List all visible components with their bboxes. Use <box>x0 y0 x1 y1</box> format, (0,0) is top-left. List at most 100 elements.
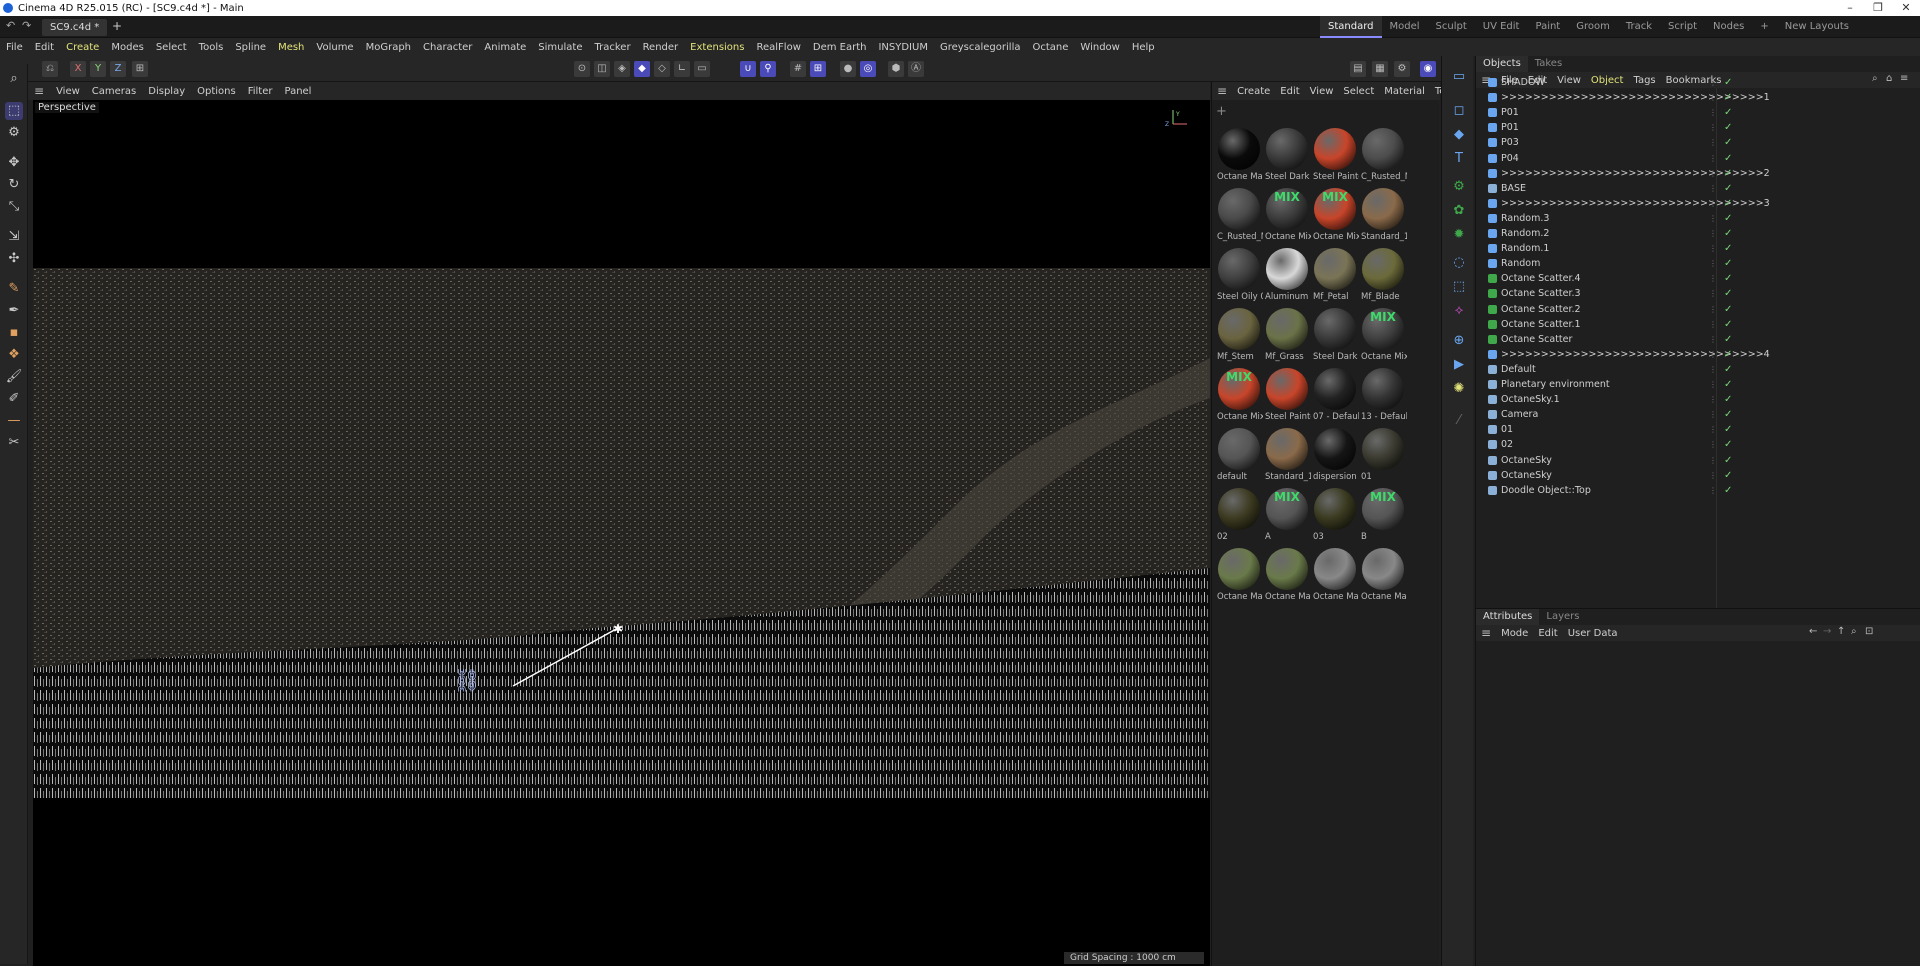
material-swatch[interactable]: Mf_Grass <box>1264 306 1310 366</box>
attribute-lock-icon[interactable]: ⊡ <box>1865 626 1873 637</box>
spline-tool-icon[interactable]: ▪ <box>5 324 23 342</box>
enabled-check-icon[interactable]: ✓ <box>1724 151 1732 166</box>
layout-tab[interactable]: Script <box>1660 16 1705 38</box>
object-row[interactable]: Octane Scatter.3 ⋮ ✓ <box>1476 286 1920 301</box>
camera-icon[interactable]: ▶ <box>1450 356 1468 374</box>
menu-item[interactable]: Character <box>417 42 478 53</box>
material-swatch[interactable]: MIX Octane Mix <box>1216 366 1263 426</box>
attribute-search-icon[interactable]: ⌕ <box>1851 626 1857 637</box>
enabled-check-icon[interactable]: ✓ <box>1724 271 1732 286</box>
enabled-check-icon[interactable]: ✓ <box>1724 105 1732 120</box>
scale-tool-icon[interactable]: ⤡ <box>5 198 23 216</box>
menu-item[interactable]: Edit <box>29 42 60 53</box>
cube-object-icon[interactable]: ◆ <box>1450 126 1468 144</box>
point-mode-icon[interactable]: ⊙ <box>574 61 590 77</box>
attribute-panel-tab[interactable]: Layers <box>1539 609 1586 625</box>
axis-mode-icon[interactable]: ∟ <box>674 61 690 77</box>
sculpt-tool-icon[interactable]: ✐ <box>5 390 23 408</box>
snap-magnet-icon[interactable]: ∪ <box>740 61 756 77</box>
object-row[interactable]: SHADOW ⋮ ✓ <box>1476 75 1920 90</box>
object-panel-tab[interactable]: Objects <box>1476 56 1528 72</box>
material-swatch[interactable]: Steel Painte <box>1312 126 1359 186</box>
material-swatch[interactable]: Octane Mat <box>1312 546 1359 606</box>
enabled-check-icon[interactable]: ✓ <box>1724 332 1732 347</box>
object-row[interactable]: Random.2 ⋮ ✓ <box>1476 226 1920 241</box>
material-swatch[interactable]: default <box>1216 426 1262 486</box>
object-row[interactable]: OctaneSky ⋮ ✓ <box>1476 453 1920 468</box>
layout-tab[interactable]: Sculpt <box>1428 16 1475 38</box>
object-row[interactable]: >>>>>>>>>>>>>>>>>>>>>>>>>>>>>>>>>3 ⋮ ✓ <box>1476 196 1920 211</box>
layout-tab[interactable]: Nodes <box>1705 16 1752 38</box>
enabled-check-icon[interactable]: ✓ <box>1724 196 1732 211</box>
menu-item[interactable]: Select <box>150 42 193 53</box>
solo-mode-icon[interactable]: ◎ <box>860 61 876 77</box>
object-row[interactable]: Octane Scatter.1 ⋮ ✓ <box>1476 317 1920 332</box>
enabled-check-icon[interactable]: ✓ <box>1724 286 1732 301</box>
enabled-check-icon[interactable]: ✓ <box>1724 135 1732 150</box>
enabled-check-icon[interactable]: ✓ <box>1724 422 1732 437</box>
attribute-hamburger-icon[interactable]: ≡ <box>1476 626 1496 640</box>
viewport-menu-item[interactable]: Cameras <box>86 86 142 97</box>
menu-item[interactable]: Greyscalegorilla <box>934 42 1027 53</box>
enabled-check-icon[interactable]: ✓ <box>1724 302 1732 317</box>
material-swatch[interactable]: C_Rusted_M <box>1216 186 1263 246</box>
object-row[interactable]: Random ⋮ ✓ <box>1476 256 1920 271</box>
enabled-check-icon[interactable]: ✓ <box>1724 453 1732 468</box>
viewport-menu-item[interactable]: Display <box>142 86 191 97</box>
object-row[interactable]: 02 ⋮ ✓ <box>1476 437 1920 452</box>
new-tab-button[interactable]: + <box>112 19 122 33</box>
object-row[interactable]: Doodle Object::Top ⋮ ✓ <box>1476 483 1920 498</box>
environment-icon[interactable]: ⊕ <box>1450 332 1468 350</box>
select-tool-icon[interactable]: ⬚ <box>5 102 23 120</box>
rotate-tool-icon[interactable]: ↻ <box>5 176 23 194</box>
object-row[interactable]: P03 ⋮ ✓ <box>1476 135 1920 150</box>
object-row[interactable]: P01 ⋮ ✓ <box>1476 105 1920 120</box>
material-swatch[interactable]: C_Rusted_M <box>1360 126 1407 186</box>
undo-history-icon[interactable]: ⎌ <box>42 61 58 77</box>
layout-tab[interactable]: Model <box>1382 16 1428 38</box>
field-icon[interactable]: ⬚ <box>1450 278 1468 296</box>
snap-settings-icon[interactable]: ⚲ <box>760 61 776 77</box>
object-row[interactable]: OctaneSky.1 ⋮ ✓ <box>1476 392 1920 407</box>
menu-item[interactable]: Dem Earth <box>807 42 873 53</box>
enabled-check-icon[interactable]: ✓ <box>1724 256 1732 271</box>
enabled-check-icon[interactable]: ✓ <box>1724 392 1732 407</box>
layout-tab[interactable]: New Layouts <box>1777 16 1857 38</box>
undo-icon[interactable]: ↶ <box>6 19 15 32</box>
material-swatch[interactable]: Octane Mat <box>1216 126 1263 186</box>
pen-tool-icon[interactable]: ✒ <box>5 302 23 320</box>
menu-item[interactable]: Animate <box>478 42 532 53</box>
menu-item[interactable]: RealFlow <box>750 42 806 53</box>
enabled-check-icon[interactable]: ✓ <box>1724 211 1732 226</box>
object-row[interactable]: Default ⋮ ✓ <box>1476 362 1920 377</box>
octane-live-viewer-icon[interactable]: ◉ <box>1420 61 1436 77</box>
x-axis-lock-button[interactable]: X <box>70 61 86 77</box>
minimize-button[interactable]: – <box>1836 0 1864 16</box>
enabled-check-icon[interactable]: ✓ <box>1724 226 1732 241</box>
menu-item[interactable]: Render <box>637 42 685 53</box>
enabled-check-icon[interactable]: ✓ <box>1724 241 1732 256</box>
material-swatch[interactable]: 01 <box>1360 426 1406 486</box>
material-swatch[interactable]: 13 - Default <box>1360 366 1407 426</box>
material-swatch[interactable]: MIX Octane Mix <box>1312 186 1359 246</box>
object-row[interactable]: P01 ⋮ ✓ <box>1476 120 1920 135</box>
material-menu-item[interactable]: Edit <box>1275 86 1304 97</box>
text-object-icon[interactable]: T <box>1450 150 1468 168</box>
ai-assistant-icon[interactable]: Ⓐ <box>908 61 924 77</box>
solo-off-icon[interactable]: ● <box>840 61 856 77</box>
menu-item[interactable]: INSYDIUM <box>872 42 933 53</box>
material-swatch[interactable]: Steel Painte <box>1264 366 1311 426</box>
object-row[interactable]: Planetary environment ⋮ ✓ <box>1476 377 1920 392</box>
paint-brush-icon[interactable]: 🖌 <box>5 368 23 386</box>
perspective-viewport[interactable]: Perspective ✱ ⛓ YZ Grid Spacing : 1000 c… <box>33 100 1210 966</box>
object-row[interactable]: Random.3 ⋮ ✓ <box>1476 211 1920 226</box>
enabled-check-icon[interactable]: ✓ <box>1724 347 1732 362</box>
up-arrow-icon[interactable]: ↑ <box>1837 626 1845 637</box>
material-swatch[interactable]: Mf_Petal <box>1312 246 1358 306</box>
workplane-icon[interactable]: ⊞ <box>810 61 826 77</box>
material-swatch[interactable]: Steel Dark C <box>1312 306 1359 366</box>
viewport-hamburger-icon[interactable]: ≡ <box>28 84 50 98</box>
transfer-tool-icon[interactable]: ⇲ <box>5 228 23 246</box>
close-button[interactable]: ✕ <box>1892 0 1920 16</box>
layout-tab[interactable]: + <box>1752 16 1776 38</box>
